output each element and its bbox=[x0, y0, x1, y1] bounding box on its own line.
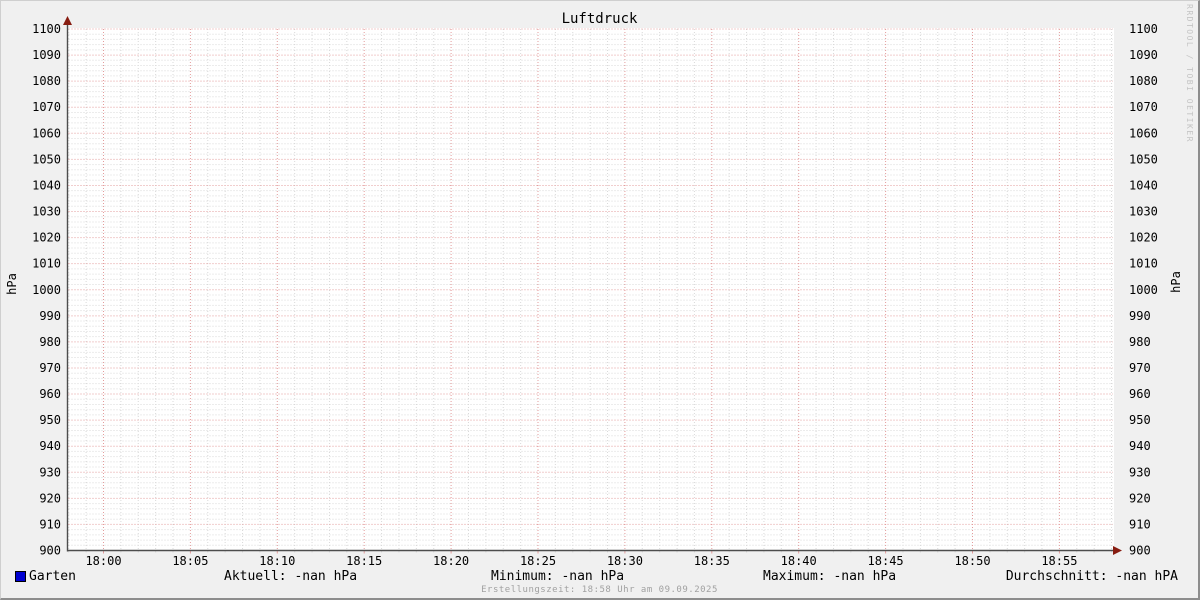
svg-text:1090: 1090 bbox=[32, 48, 61, 62]
svg-text:900: 900 bbox=[1129, 544, 1151, 558]
svg-text:940: 940 bbox=[39, 439, 61, 453]
svg-text:1100: 1100 bbox=[32, 22, 61, 36]
svg-text:18:40: 18:40 bbox=[781, 554, 817, 568]
svg-text:18:00: 18:00 bbox=[85, 554, 121, 568]
svg-text:1030: 1030 bbox=[1129, 205, 1158, 219]
svg-text:1080: 1080 bbox=[32, 74, 61, 88]
svg-text:930: 930 bbox=[1129, 465, 1151, 479]
svg-text:1080: 1080 bbox=[1129, 74, 1158, 88]
svg-text:18:05: 18:05 bbox=[172, 554, 208, 568]
svg-text:18:10: 18:10 bbox=[259, 554, 295, 568]
svg-text:910: 910 bbox=[1129, 517, 1151, 531]
svg-text:1090: 1090 bbox=[1129, 48, 1158, 62]
svg-text:1000: 1000 bbox=[1129, 283, 1158, 297]
svg-text:950: 950 bbox=[39, 413, 61, 427]
svg-text:930: 930 bbox=[39, 465, 61, 479]
svg-text:1070: 1070 bbox=[32, 100, 61, 114]
svg-text:1060: 1060 bbox=[1129, 126, 1158, 140]
svg-text:1060: 1060 bbox=[32, 126, 61, 140]
svg-text:1020: 1020 bbox=[1129, 231, 1158, 245]
svg-text:1070: 1070 bbox=[1129, 100, 1158, 114]
svg-text:990: 990 bbox=[1129, 309, 1151, 323]
svg-text:18:55: 18:55 bbox=[1041, 554, 1077, 568]
svg-text:1050: 1050 bbox=[1129, 152, 1158, 166]
svg-text:1040: 1040 bbox=[32, 178, 61, 192]
stat-durchschnitt: Durchschnitt: -nan hPA bbox=[1006, 569, 1178, 584]
svg-text:18:30: 18:30 bbox=[607, 554, 643, 568]
svg-text:18:25: 18:25 bbox=[520, 554, 556, 568]
svg-text:970: 970 bbox=[1129, 361, 1151, 375]
svg-text:18:20: 18:20 bbox=[433, 554, 469, 568]
svg-text:1040: 1040 bbox=[1129, 178, 1158, 192]
chart-plot-area: 900 900 910 910 920 920 930 930 940 940 950 950 960 9… bbox=[1, 1, 1200, 600]
svg-text:900: 900 bbox=[39, 544, 61, 558]
svg-text:1010: 1010 bbox=[32, 257, 61, 271]
svg-text:980: 980 bbox=[39, 335, 61, 349]
legend-label-garten: Garten bbox=[29, 569, 76, 584]
svg-text:970: 970 bbox=[39, 361, 61, 375]
svg-text:1020: 1020 bbox=[32, 231, 61, 245]
svg-text:18:50: 18:50 bbox=[954, 554, 990, 568]
svg-text:1050: 1050 bbox=[32, 152, 61, 166]
svg-text:990: 990 bbox=[39, 309, 61, 323]
rrdtool-watermark: RRDTOOL / TOBI OETIKER bbox=[1185, 4, 1194, 143]
svg-text:960: 960 bbox=[1129, 387, 1151, 401]
y-axis-unit-left: hPa bbox=[5, 273, 19, 295]
svg-text:18:15: 18:15 bbox=[346, 554, 382, 568]
rrdtool-graph: Luftdruck 900900910910920920930930940940… bbox=[0, 0, 1200, 600]
svg-text:920: 920 bbox=[1129, 491, 1151, 505]
stat-maximum: Maximum: -nan hPa bbox=[763, 569, 896, 584]
y-axis-unit-right: hPa bbox=[1169, 271, 1183, 293]
stat-minimum: Minimum: -nan hPa bbox=[491, 569, 624, 584]
svg-text:18:45: 18:45 bbox=[868, 554, 904, 568]
svg-text:1030: 1030 bbox=[32, 205, 61, 219]
svg-text:980: 980 bbox=[1129, 335, 1151, 349]
svg-text:18:35: 18:35 bbox=[694, 554, 730, 568]
svg-text:950: 950 bbox=[1129, 413, 1151, 427]
legend-swatch-garten bbox=[15, 571, 26, 582]
footer-timestamp: Erstellungszeit: 18:58 Uhr am 09.09.2025 bbox=[1, 585, 1198, 595]
svg-text:960: 960 bbox=[39, 387, 61, 401]
svg-text:1000: 1000 bbox=[32, 283, 61, 297]
svg-text:910: 910 bbox=[39, 517, 61, 531]
stat-aktuell: Aktuell: -nan hPa bbox=[224, 569, 357, 584]
svg-text:1100: 1100 bbox=[1129, 22, 1158, 36]
svg-text:1010: 1010 bbox=[1129, 257, 1158, 271]
svg-text:940: 940 bbox=[1129, 439, 1151, 453]
svg-text:920: 920 bbox=[39, 491, 61, 505]
